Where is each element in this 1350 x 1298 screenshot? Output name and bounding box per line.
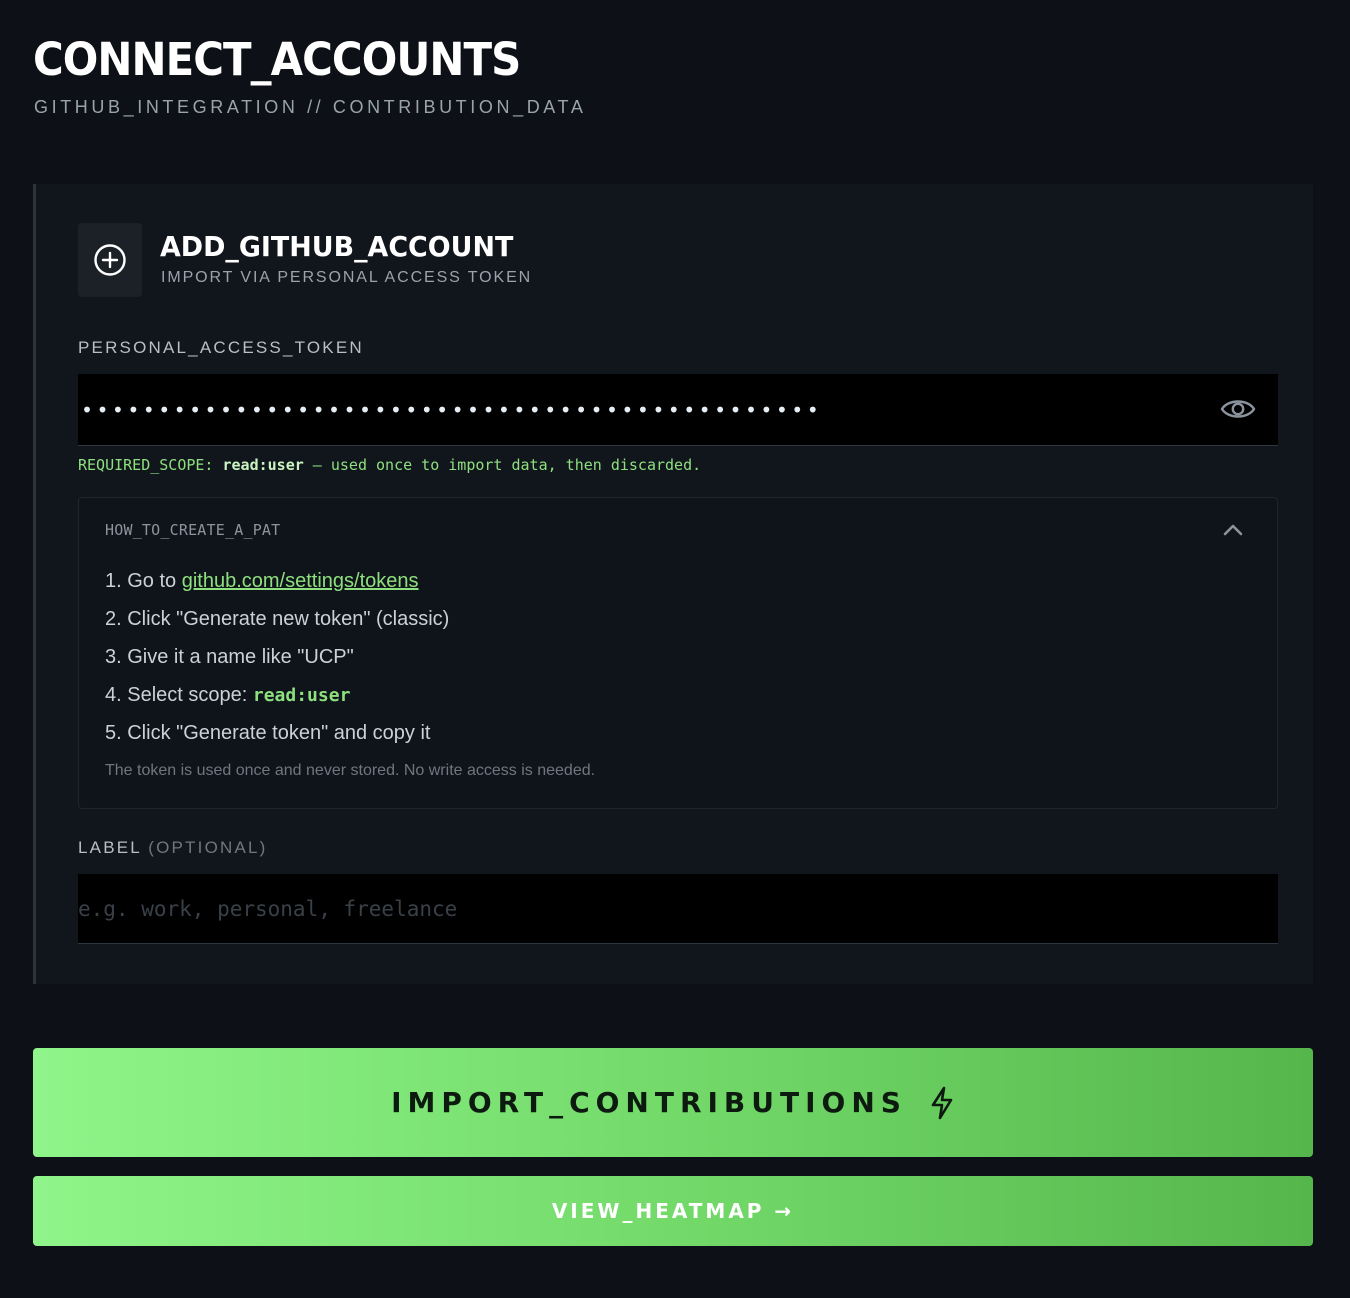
list-item: 2. Click "Generate new token" (classic) (105, 608, 450, 630)
import-button-label: IMPORT_CONTRIBUTIONS (391, 1086, 907, 1119)
view-heatmap-label: VIEW_HEATMAP → (551, 1199, 795, 1223)
scope-note: REQUIRED_SCOPE: read:user — used once to… (78, 454, 701, 476)
scope-code: read:user (252, 685, 351, 706)
list-item: 5. Click "Generate token" and copy it (105, 722, 431, 744)
token-masked-value[interactable]: ••••••••••••••••••••••••••••••••••••••••… (81, 396, 822, 424)
chevron-up-icon[interactable] (1219, 518, 1247, 542)
add-account-card: ADD_GITHUB_ACCOUNT IMPORT VIA PERSONAL A… (33, 184, 1313, 984)
scope-name: read:user (222, 456, 304, 474)
scope-note-suffix: — used once to import data, then discard… (303, 456, 702, 474)
token-input[interactable]: ••••••••••••••••••••••••••••••••••••••••… (78, 374, 1278, 446)
token-field-label: PERSONAL_ACCESS_TOKEN (78, 338, 364, 357)
import-contributions-button[interactable]: IMPORT_CONTRIBUTIONS (33, 1048, 1313, 1157)
list-item: 1. Go to github.com/settings/tokens (105, 570, 419, 592)
scope-note-prefix: REQUIRED_SCOPE: (78, 456, 223, 474)
howto-steps: 1. Go to github.com/settings/tokens 2. C… (105, 562, 449, 752)
card-title: ADD_GITHUB_ACCOUNT (160, 230, 514, 263)
howto-title[interactable]: HOW_TO_CREATE_A_PAT (105, 520, 280, 540)
card-subtitle: IMPORT VIA PERSONAL ACCESS TOKEN (161, 269, 533, 286)
page-subtitle: GITHUB_INTEGRATION // CONTRIBUTION_DATA (34, 97, 587, 117)
lightning-bolt-icon (929, 1086, 955, 1120)
label-input[interactable] (78, 874, 1278, 944)
list-item: 3. Give it a name like "UCP" (105, 646, 354, 668)
eye-icon[interactable] (1218, 392, 1258, 426)
list-item: 4. Select scope: read:user (105, 684, 351, 706)
view-heatmap-button[interactable]: VIEW_HEATMAP → (33, 1176, 1313, 1246)
howto-note: The token is used once and never stored.… (105, 762, 596, 779)
page-title: CONNECT_ACCOUNTS (33, 33, 521, 86)
label-field-label: LABEL (OPTIONAL) (78, 838, 268, 857)
github-tokens-link[interactable]: github.com/settings/tokens (182, 570, 419, 592)
plus-circle-icon (78, 223, 142, 297)
howto-panel: HOW_TO_CREATE_A_PAT 1. Go to github.com/… (78, 497, 1278, 809)
